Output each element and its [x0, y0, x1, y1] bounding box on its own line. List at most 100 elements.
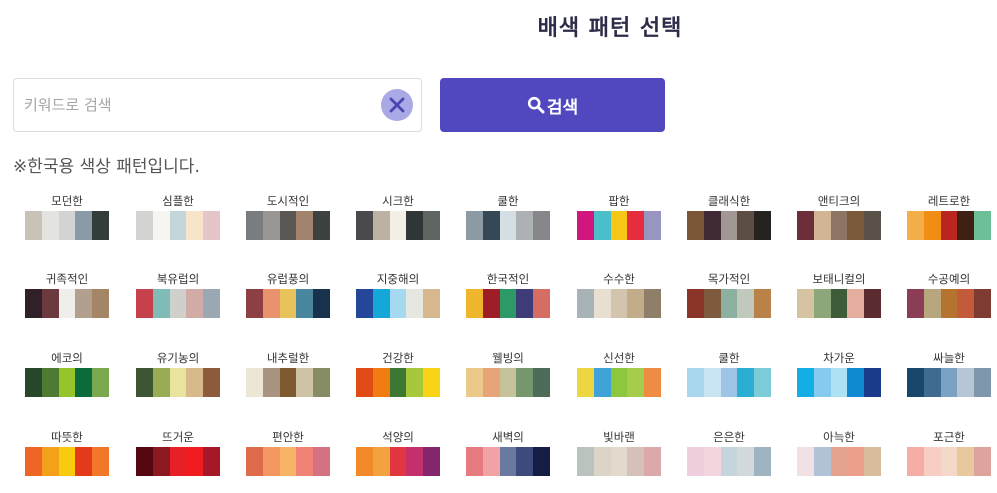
- palette-card[interactable]: 따뜻한: [25, 429, 109, 476]
- color-swatch: [533, 368, 550, 397]
- color-swatch: [644, 289, 661, 318]
- palette-card[interactable]: 건강한: [356, 350, 440, 397]
- palette-card[interactable]: 석양의: [356, 429, 440, 476]
- palette-swatches: [466, 447, 550, 476]
- palette-label: 포근한: [933, 430, 965, 444]
- palette-swatches: [136, 368, 220, 397]
- palette-swatches: [466, 368, 550, 397]
- color-swatch: [41, 368, 59, 397]
- palette-card[interactable]: 귀족적인: [25, 271, 109, 318]
- palette-card[interactable]: 웰빙의: [466, 350, 550, 397]
- palette-card[interactable]: 편안한: [246, 429, 330, 476]
- color-swatch: [313, 368, 330, 397]
- palette-card[interactable]: 클래식한: [687, 193, 771, 240]
- color-swatch: [627, 368, 645, 397]
- palette-card[interactable]: 수공예의: [907, 271, 991, 318]
- color-swatch: [313, 447, 330, 476]
- palette-label: 수수한: [603, 272, 635, 286]
- color-swatch: [296, 447, 314, 476]
- palette-swatches: [246, 447, 330, 476]
- palette-label: 보태니컬의: [812, 272, 866, 286]
- palette-swatches: [356, 289, 440, 318]
- palette-label: 석양의: [382, 430, 414, 444]
- palette-label: 시크한: [382, 194, 414, 208]
- color-swatch: [372, 447, 390, 476]
- palette-card[interactable]: 목가적인: [687, 271, 771, 318]
- palette-card[interactable]: 수수한: [577, 271, 661, 318]
- color-swatch: [356, 211, 373, 240]
- palette-label: 편안한: [272, 430, 304, 444]
- color-swatch: [389, 368, 407, 397]
- color-swatch: [25, 211, 42, 240]
- palette-swatches: [136, 289, 220, 318]
- color-swatch: [907, 368, 924, 397]
- color-swatch: [499, 447, 517, 476]
- color-swatch: [610, 368, 628, 397]
- palette-label: 새벽의: [492, 430, 524, 444]
- palette-card[interactable]: 빛바랜: [577, 429, 661, 476]
- color-swatch: [169, 368, 187, 397]
- palette-card[interactable]: 뜨거운: [136, 429, 220, 476]
- palette-label: 한국적인: [486, 272, 530, 286]
- color-swatch: [152, 289, 170, 318]
- color-swatch: [186, 447, 204, 476]
- color-swatch: [974, 368, 991, 397]
- palette-swatches: [797, 289, 881, 318]
- color-swatch: [296, 289, 314, 318]
- color-swatch: [41, 289, 59, 318]
- palette-swatches: [907, 211, 991, 240]
- palette-label: 북유럽의: [156, 272, 200, 286]
- palette-card[interactable]: 한국적인: [466, 271, 550, 318]
- palette-label: 빛바랜: [603, 430, 635, 444]
- color-swatch: [940, 289, 958, 318]
- color-swatch: [246, 211, 263, 240]
- palette-card[interactable]: 도시적인: [246, 193, 330, 240]
- color-swatch: [687, 211, 704, 240]
- color-swatch: [186, 289, 204, 318]
- color-swatch: [389, 447, 407, 476]
- palette-card[interactable]: 시크한: [356, 193, 440, 240]
- palette-card[interactable]: 북유럽의: [136, 271, 220, 318]
- palette-card[interactable]: 유기농의: [136, 350, 220, 397]
- palette-label: 팝한: [608, 194, 630, 208]
- palette-card[interactable]: 아늑한: [797, 429, 881, 476]
- palette-card[interactable]: 앤티크의: [797, 193, 881, 240]
- palette-swatches: [25, 368, 109, 397]
- palette-swatches: [687, 447, 771, 476]
- color-swatch: [356, 368, 373, 397]
- color-swatch: [482, 447, 500, 476]
- palette-card[interactable]: 지중해의: [356, 271, 440, 318]
- palette-card[interactable]: 레트로한: [907, 193, 991, 240]
- color-swatch: [577, 368, 594, 397]
- color-swatch: [372, 211, 390, 240]
- color-swatch: [152, 368, 170, 397]
- palette-card[interactable]: 쿨한: [687, 350, 771, 397]
- palette-card[interactable]: 새벽의: [466, 429, 550, 476]
- palette-card[interactable]: 차가운: [797, 350, 881, 397]
- palette-card[interactable]: 에코의: [25, 350, 109, 397]
- palette-card[interactable]: 쿨한: [466, 193, 550, 240]
- color-swatch: [754, 211, 771, 240]
- palette-swatches: [797, 447, 881, 476]
- palette-card[interactable]: 내추럴한: [246, 350, 330, 397]
- palette-swatches: [246, 289, 330, 318]
- color-swatch: [406, 368, 424, 397]
- color-swatch: [75, 368, 93, 397]
- palette-card[interactable]: 은은한: [687, 429, 771, 476]
- color-swatch: [720, 447, 738, 476]
- color-swatch: [813, 289, 831, 318]
- palette-card[interactable]: 신선한: [577, 350, 661, 397]
- color-swatch: [58, 211, 76, 240]
- palette-card[interactable]: 싸늘한: [907, 350, 991, 397]
- palette-label: 웰빙의: [492, 351, 524, 365]
- color-swatch: [737, 447, 755, 476]
- palette-label: 싸늘한: [933, 351, 965, 365]
- palette-card[interactable]: 심플한: [136, 193, 220, 240]
- palette-card[interactable]: 포근한: [907, 429, 991, 476]
- palette-card[interactable]: 모던한: [25, 193, 109, 240]
- color-swatch: [58, 368, 76, 397]
- palette-card[interactable]: 팝한: [577, 193, 661, 240]
- palette-label: 목가적인: [707, 272, 751, 286]
- palette-card[interactable]: 보태니컬의: [797, 271, 881, 318]
- palette-card[interactable]: 유럽풍의: [246, 271, 330, 318]
